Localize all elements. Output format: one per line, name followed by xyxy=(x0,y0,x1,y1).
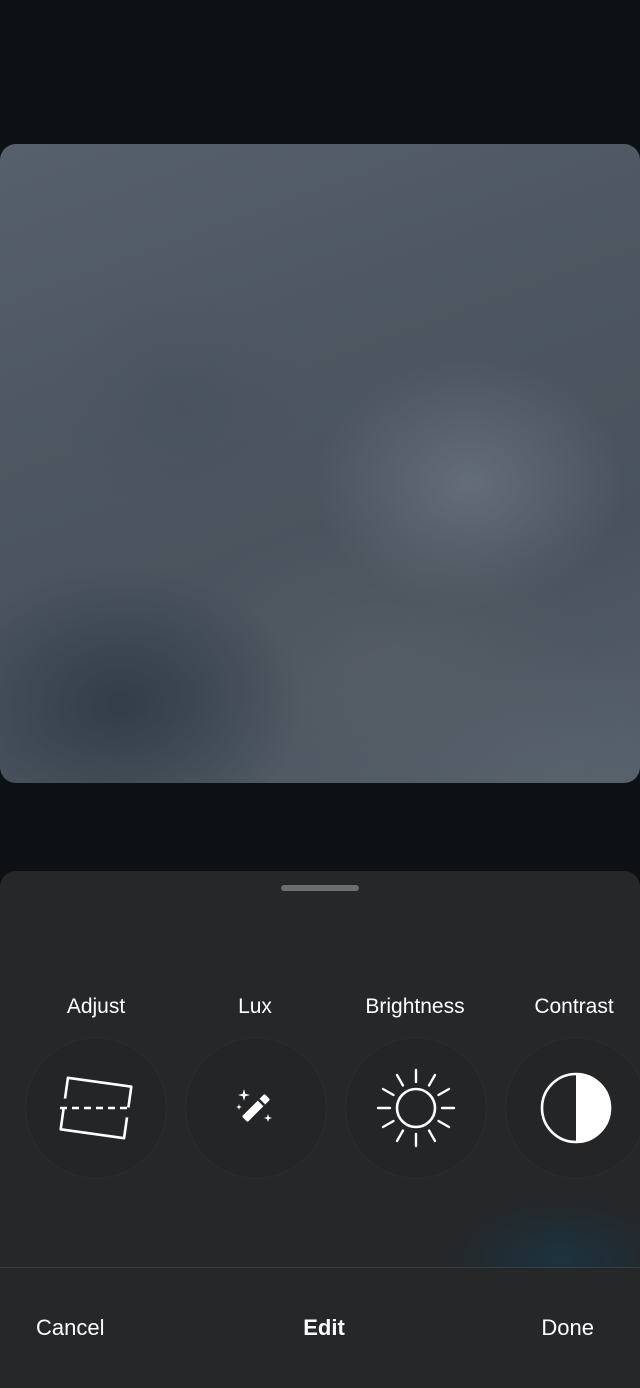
tool-lux-label: Lux xyxy=(238,995,272,1018)
contrast-icon xyxy=(540,1072,612,1144)
tool-brightness-label: Brightness xyxy=(365,995,465,1018)
sun-icon xyxy=(376,1068,456,1148)
crop-rotate-icon xyxy=(59,1076,133,1140)
photo-preview xyxy=(0,144,640,783)
done-button[interactable]: Done xyxy=(541,1315,594,1341)
tool-contrast[interactable]: Contrast xyxy=(480,871,640,1267)
bottom-bar: Cancel Edit Done xyxy=(0,1267,640,1388)
tool-lux[interactable]: Lux xyxy=(160,871,327,1267)
adjust-button[interactable] xyxy=(25,1037,167,1179)
lux-button[interactable] xyxy=(185,1037,327,1179)
edit-tools-sheet: Adjust Lux Brightness Contrast xyxy=(0,871,640,1267)
contrast-button[interactable] xyxy=(505,1037,640,1179)
magic-wand-icon xyxy=(236,1089,272,1122)
tool-brightness[interactable]: Brightness xyxy=(320,871,487,1267)
tool-adjust[interactable]: Adjust xyxy=(0,871,167,1267)
tool-adjust-label: Adjust xyxy=(66,995,126,1018)
tool-contrast-label: Contrast xyxy=(534,995,614,1018)
brightness-button[interactable] xyxy=(345,1037,487,1179)
